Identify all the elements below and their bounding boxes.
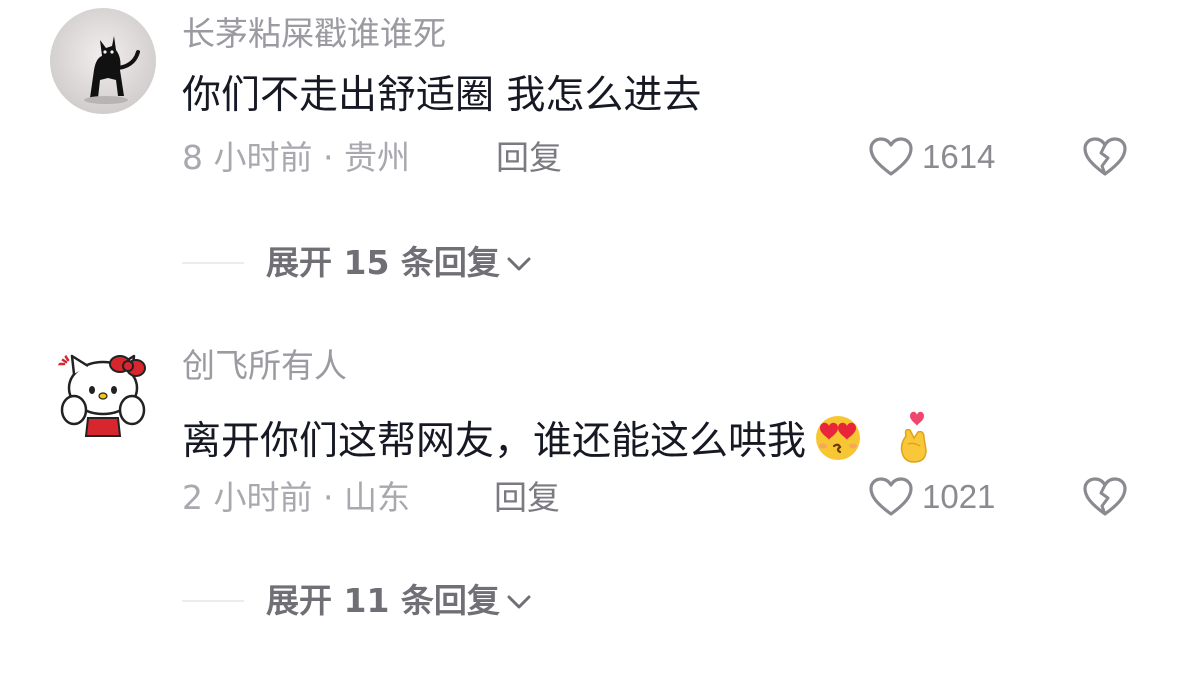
black-cat-avatar-icon [50, 8, 156, 114]
hello-kitty-avatar-icon [50, 340, 156, 446]
broken-heart-icon [1083, 477, 1127, 516]
avatar[interactable] [50, 340, 156, 446]
broken-heart-icon [1083, 137, 1127, 176]
heart-eyes-kiss-emoji-icon [810, 410, 866, 474]
reply-button[interactable]: 回复 [494, 478, 560, 518]
username[interactable]: 创飞所有人 [182, 346, 347, 386]
like-count: 1021 [922, 478, 996, 515]
like-button[interactable]: 1021 [868, 476, 995, 518]
dislike-button[interactable] [1082, 136, 1128, 182]
chevron-down-icon [507, 595, 531, 609]
expand-replies-button[interactable]: 展开 11 条回复 [182, 581, 532, 621]
comment-text-body: 离开你们这帮网友，谁还能这么哄我 [182, 419, 807, 464]
divider [182, 262, 244, 264]
time-location: 8 小时前 · 贵州 [182, 138, 410, 177]
comment-text-body: 你们不走出舒适圈 我怎么进去 [182, 73, 702, 118]
expand-replies-button[interactable]: 展开 15 条回复 [182, 243, 532, 283]
reply-button[interactable]: 回复 [496, 138, 562, 178]
like-count: 1614 [922, 138, 996, 175]
divider [182, 600, 244, 602]
chevron-down-icon [507, 257, 531, 271]
time-location: 2 小时前 · 山东 [182, 478, 410, 517]
expand-replies-label: 展开 11 条回复 [266, 581, 500, 620]
like-button[interactable]: 1614 [868, 136, 995, 178]
avatar[interactable] [50, 8, 156, 114]
finger-heart-emoji-icon [892, 406, 936, 478]
username[interactable]: 长茅粘屎戳谁谁死 [182, 14, 446, 54]
dislike-button[interactable] [1082, 476, 1128, 522]
comment-text: 离开你们这帮网友，谁还能这么哄我 [182, 406, 936, 478]
expand-replies-label: 展开 15 条回复 [266, 243, 500, 282]
heart-icon [869, 477, 913, 516]
heart-icon [869, 137, 913, 176]
comment-text: 你们不走出舒适圈 我怎么进去 [182, 72, 701, 120]
